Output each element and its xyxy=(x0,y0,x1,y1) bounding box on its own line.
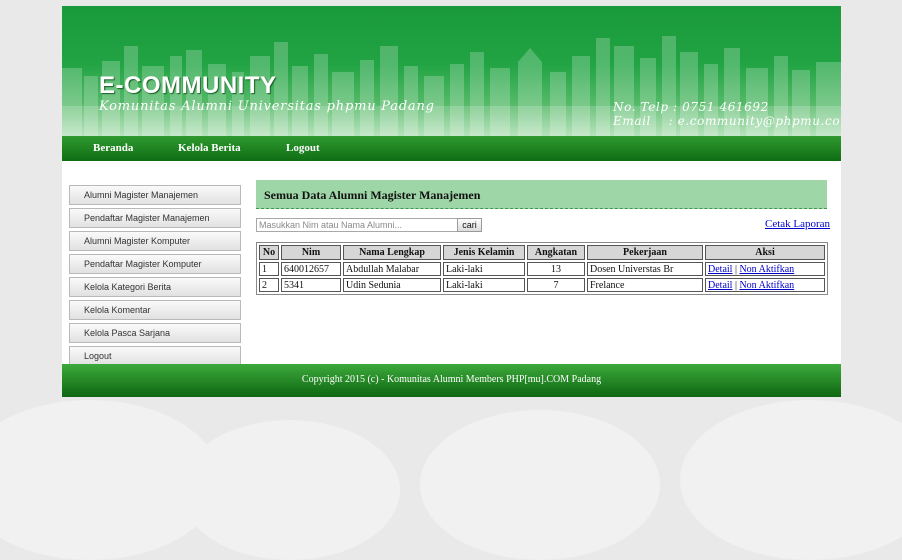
header-banner: E-COMMUNITY Komunitas Alumni Universitas… xyxy=(62,6,841,136)
table-row: 2 5341 Udin Sedunia Laki-laki 7 Frelance… xyxy=(259,278,825,292)
sidebar-item-kelola-pasca-sarjana[interactable]: Kelola Pasca Sarjana xyxy=(69,323,241,343)
cell-nama: Abdullah Malabar xyxy=(343,262,441,276)
sidebar-item-label: Kelola Pasca Sarjana xyxy=(84,328,171,338)
top-navigation: Beranda Kelola Berita Logout xyxy=(62,136,841,161)
cell-nama: Udin Sedunia xyxy=(343,278,441,292)
column-header-pekerjaan: Pekerjaan xyxy=(587,245,703,260)
column-header-nim: Nim xyxy=(281,245,341,260)
cell-pekerjaan: Dosen Universtas Br xyxy=(587,262,703,276)
sidebar-item-pendaftar-magister-manajemen[interactable]: Pendaftar Magister Manajemen xyxy=(69,208,241,228)
action-separator: | xyxy=(734,263,737,275)
detail-link[interactable]: Detail xyxy=(708,264,732,275)
cell-nim: 5341 xyxy=(281,278,341,292)
sidebar-item-kelola-komentar[interactable]: Kelola Komentar xyxy=(69,300,241,320)
sidebar-item-logout[interactable]: Logout xyxy=(69,346,241,366)
search-input[interactable] xyxy=(256,218,459,232)
cell-no: 2 xyxy=(259,278,279,292)
cell-jenis-kelamin: Laki-laki xyxy=(443,262,525,276)
sidebar-item-label: Alumni Magister Komputer xyxy=(84,236,191,246)
site-title: E-COMMUNITY xyxy=(99,72,277,99)
sidebar-item-label: Kelola Kategori Berita xyxy=(84,282,172,292)
nav-beranda[interactable]: Beranda xyxy=(93,142,133,154)
print-report-link[interactable]: Cetak Laporan xyxy=(765,218,830,230)
site-subtitle: Komunitas Alumni Universitas phpmu Padan… xyxy=(99,99,435,114)
page-title: Semua Data Alumni Magister Manajemen xyxy=(264,188,481,202)
sidebar-item-alumni-magister-manajemen[interactable]: Alumni Magister Manajemen xyxy=(69,185,241,205)
non-aktifkan-link[interactable]: Non Aktifkan xyxy=(739,264,794,275)
cell-jenis-kelamin: Laki-laki xyxy=(443,278,525,292)
content-title-bar: Semua Data Alumni Magister Manajemen xyxy=(256,180,827,209)
non-aktifkan-link[interactable]: Non Aktifkan xyxy=(739,280,794,291)
search-button[interactable]: cari xyxy=(457,218,482,232)
cell-angkatan: 7 xyxy=(527,278,585,292)
column-header-jenis-kelamin: Jenis Kelamin xyxy=(443,245,525,260)
sidebar-item-pendaftar-magister-komputer[interactable]: Pendaftar Magister Komputer xyxy=(69,254,241,274)
cell-pekerjaan: Frelance xyxy=(587,278,703,292)
background-cloud xyxy=(180,420,400,560)
footer-copyright: Copyright 2015 (c) - Komunitas Alumni Me… xyxy=(301,374,602,385)
page-container: E-COMMUNITY Komunitas Alumni Universitas… xyxy=(62,6,841,397)
cell-nim: 640012657 xyxy=(281,262,341,276)
cell-aksi: Detail | Non Aktifkan xyxy=(705,278,825,292)
sidebar-item-alumni-magister-komputer[interactable]: Alumni Magister Komputer xyxy=(69,231,241,251)
sidebar-item-label: Pendaftar Magister Komputer xyxy=(84,259,202,269)
cell-angkatan: 13 xyxy=(527,262,585,276)
sidebar-item-label: Alumni Magister Manajemen xyxy=(84,190,199,200)
background-cloud xyxy=(420,410,660,560)
detail-link[interactable]: Detail xyxy=(708,280,732,291)
sidebar-item-label: Logout xyxy=(84,351,112,361)
table-header-row: No Nim Nama Lengkap Jenis Kelamin Angkat… xyxy=(259,245,825,260)
sidebar-item-label: Pendaftar Magister Manajemen xyxy=(84,213,210,223)
table-row: 1 640012657 Abdullah Malabar Laki-laki 1… xyxy=(259,262,825,276)
action-separator: | xyxy=(734,279,737,291)
sidebar-item-kelola-kategori-berita[interactable]: Kelola Kategori Berita xyxy=(69,277,241,297)
column-header-nama: Nama Lengkap xyxy=(343,245,441,260)
sidebar-menu: Alumni Magister Manajemen Pendaftar Magi… xyxy=(69,185,241,369)
column-header-aksi: Aksi xyxy=(705,245,825,260)
column-header-angkatan: Angkatan xyxy=(527,245,585,260)
background-cloud xyxy=(680,400,902,560)
contact-phone: No. Telp : 0751 461692 xyxy=(613,100,769,114)
nav-kelola-berita[interactable]: Kelola Berita xyxy=(178,142,241,154)
footer: Copyright 2015 (c) - Komunitas Alumni Me… xyxy=(62,364,841,397)
cell-no: 1 xyxy=(259,262,279,276)
alumni-table: No Nim Nama Lengkap Jenis Kelamin Angkat… xyxy=(256,242,828,295)
nav-logout[interactable]: Logout xyxy=(286,142,320,154)
column-header-no: No xyxy=(259,245,279,260)
contact-email: Email : e.community@phpmu.com xyxy=(613,114,841,128)
sidebar-item-label: Kelola Komentar xyxy=(84,305,151,315)
cell-aksi: Detail | Non Aktifkan xyxy=(705,262,825,276)
